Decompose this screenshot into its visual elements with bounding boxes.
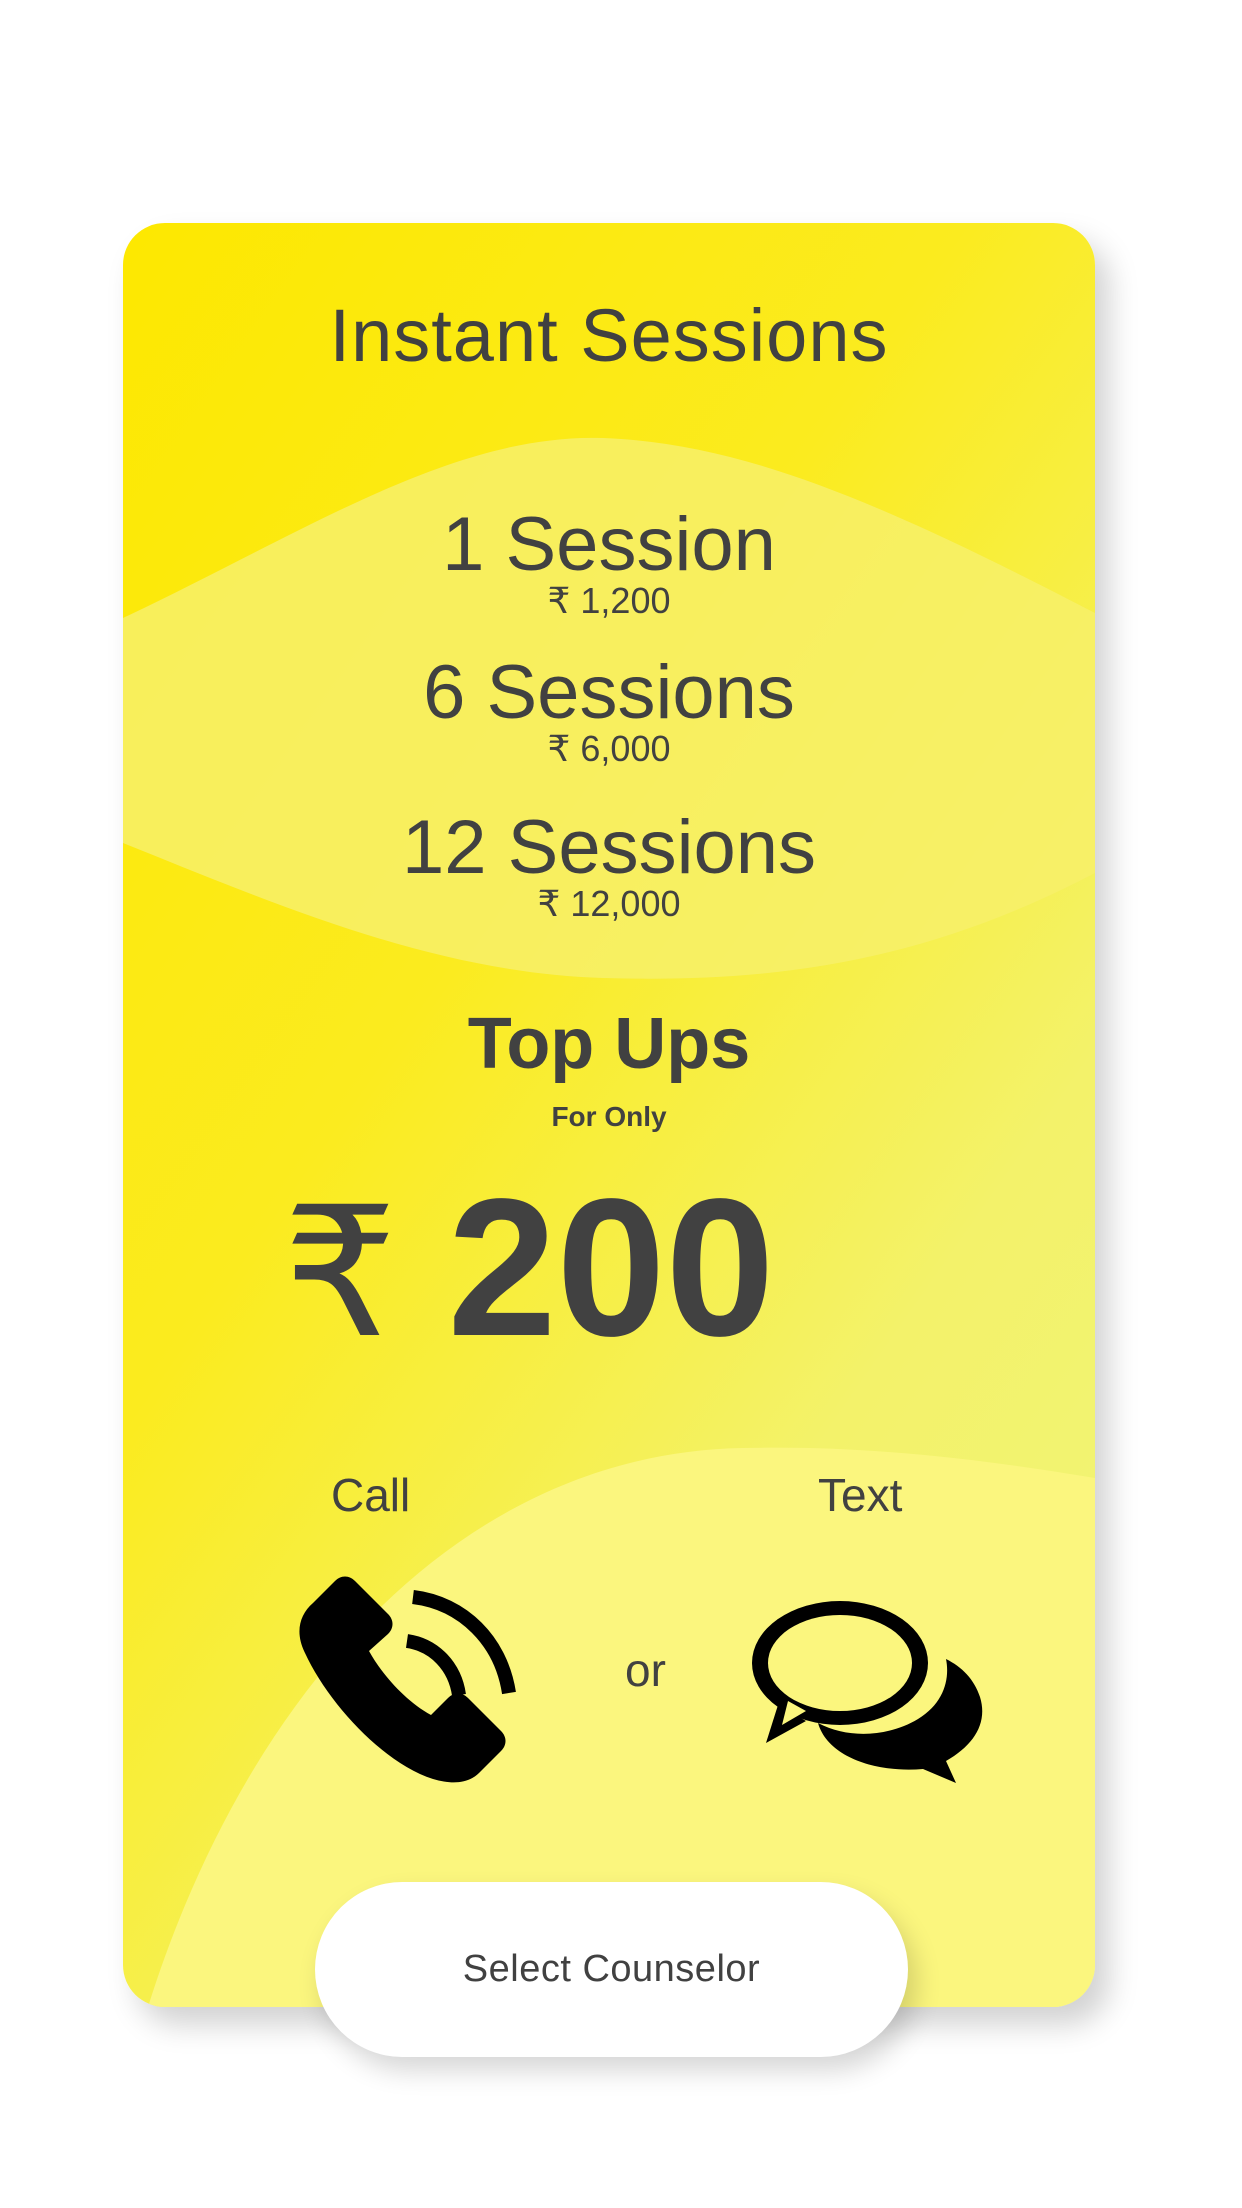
plan-price: ₹ 6,000 <box>547 728 671 769</box>
select-counselor-button[interactable]: Select Counselor <box>315 1882 908 2057</box>
plan-item[interactable]: 1 Session ₹ 1,200 <box>123 505 1095 621</box>
topups-title: Top Ups <box>467 1004 751 1084</box>
call-label: Call <box>331 1469 411 1521</box>
plan-name: 1 Session <box>442 502 776 587</box>
topup-amount: 200 <box>447 1158 775 1377</box>
plan-price: ₹ 12,000 <box>537 883 681 924</box>
plan-price: ₹ 1,200 <box>547 580 671 621</box>
plan-item[interactable]: 6 Sessions ₹ 6,000 <box>123 653 1095 769</box>
chat-bubbles-icon[interactable] <box>748 1593 988 1783</box>
or-separator: or <box>625 1644 666 1696</box>
currency-symbol: ₹ <box>283 1173 398 1374</box>
topup-price: ₹200 <box>283 1153 775 1389</box>
topups-subtitle: For Only <box>551 1101 667 1132</box>
text-label: Text <box>818 1469 903 1521</box>
plan-name: 6 Sessions <box>423 650 795 735</box>
pricing-card: Instant Sessions 1 Session ₹ 1,200 6 Ses… <box>123 223 1095 2007</box>
phone-call-icon[interactable] <box>283 1553 533 1813</box>
plan-item[interactable]: 12 Sessions ₹ 12,000 <box>123 808 1095 924</box>
plan-name: 12 Sessions <box>401 805 817 890</box>
page-title: Instant Sessions <box>329 294 889 377</box>
